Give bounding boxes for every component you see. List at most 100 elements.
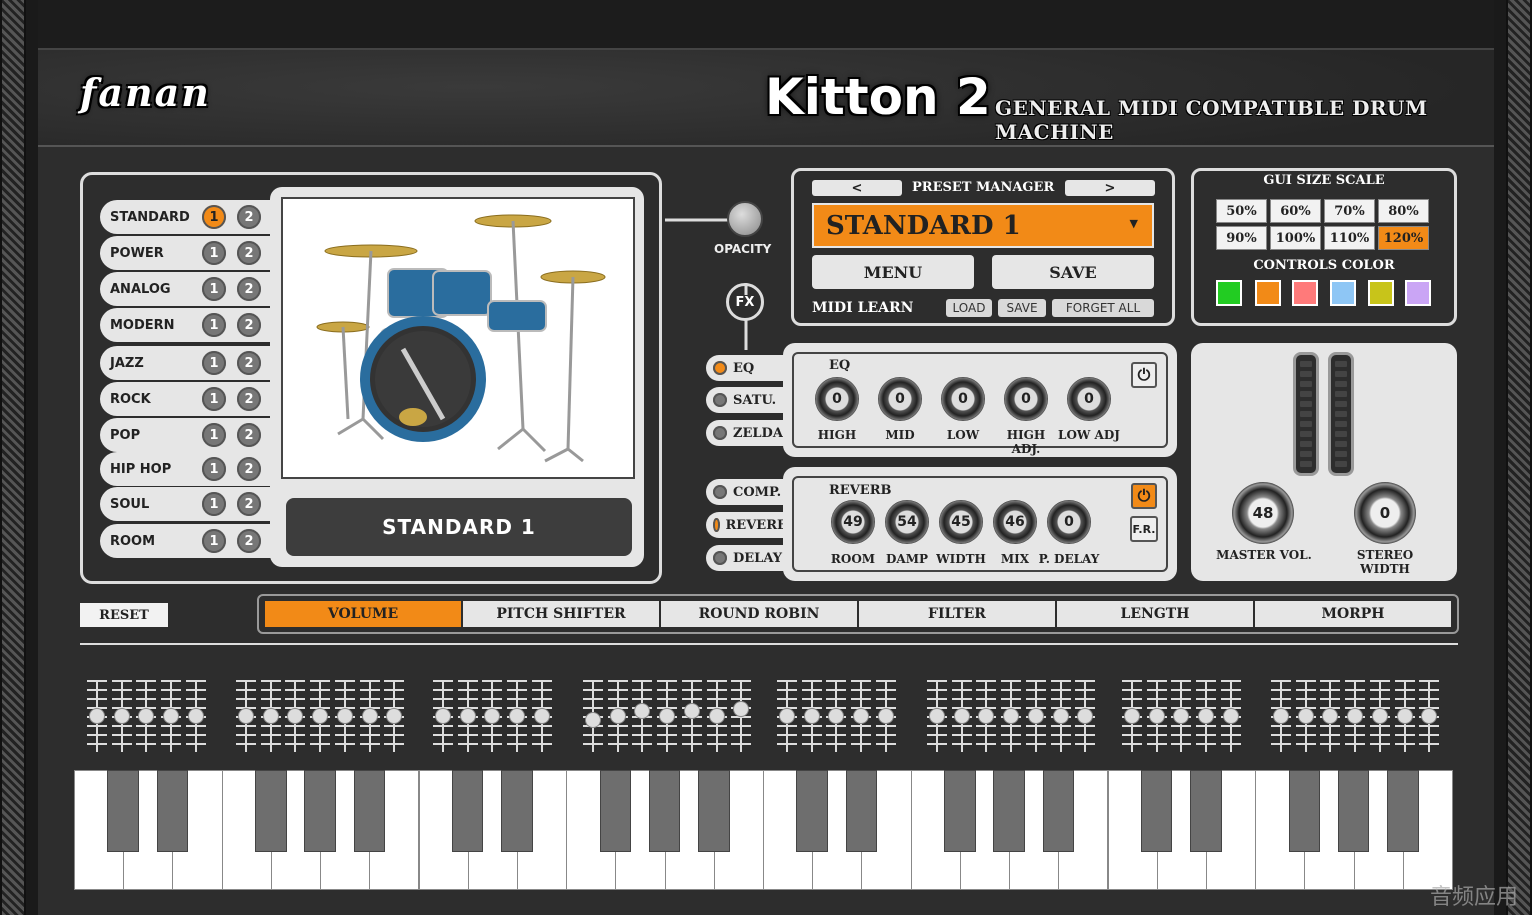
- slider-thumb[interactable]: [510, 709, 525, 723]
- controls-color-swatch[interactable]: [1292, 280, 1318, 306]
- volume-slider[interactable]: [1394, 680, 1415, 752]
- eq-power-icon[interactable]: ⏻: [1131, 362, 1157, 388]
- fx-tab-eq[interactable]: EQ: [706, 355, 788, 381]
- reverb-knob[interactable]: 45: [939, 500, 983, 544]
- preset-prev-button[interactable]: <: [812, 180, 902, 196]
- gui-scale-option[interactable]: 70%: [1324, 199, 1375, 223]
- slider-thumb[interactable]: [930, 709, 944, 723]
- slider-thumb[interactable]: [387, 709, 402, 723]
- slider-thumb[interactable]: [586, 713, 600, 727]
- slider-thumb[interactable]: [1053, 709, 1068, 723]
- slider-thumb[interactable]: [263, 709, 278, 723]
- slider-thumb[interactable]: [1149, 709, 1164, 723]
- volume-slider[interactable]: [875, 680, 896, 752]
- kit-variant-1-button[interactable]: 1: [202, 423, 226, 447]
- volume-slider[interactable]: [583, 680, 603, 752]
- slider-thumb[interactable]: [362, 709, 377, 723]
- midi-load-button[interactable]: LOAD: [946, 299, 992, 317]
- slider-thumb[interactable]: [878, 709, 893, 723]
- menu-button[interactable]: MENU: [812, 255, 974, 289]
- kit-variant-2-button[interactable]: 2: [237, 387, 261, 411]
- gui-scale-option[interactable]: 100%: [1270, 226, 1321, 250]
- black-key[interactable]: [255, 770, 287, 852]
- black-key[interactable]: [353, 770, 386, 852]
- controls-color-swatch[interactable]: [1405, 280, 1431, 306]
- black-key[interactable]: [599, 770, 632, 852]
- black-key[interactable]: [1042, 770, 1075, 852]
- volume-slider[interactable]: [731, 680, 752, 752]
- reverb-knob[interactable]: 46: [993, 500, 1037, 544]
- black-key[interactable]: [501, 770, 533, 852]
- volume-slider[interactable]: [1271, 680, 1291, 752]
- slider-thumb[interactable]: [1323, 709, 1338, 723]
- black-key[interactable]: [156, 770, 189, 852]
- gui-scale-option[interactable]: 50%: [1216, 199, 1267, 223]
- eq-knob[interactable]: 0: [1067, 377, 1111, 421]
- volume-slider[interactable]: [1320, 680, 1341, 752]
- volume-slider[interactable]: [1001, 680, 1022, 752]
- volume-slider[interactable]: [1196, 680, 1217, 752]
- slider-thumb[interactable]: [829, 709, 844, 723]
- black-key[interactable]: [1140, 770, 1173, 852]
- controls-color-swatch[interactable]: [1368, 280, 1394, 306]
- slider-thumb[interactable]: [780, 709, 794, 723]
- slider-thumb[interactable]: [1397, 709, 1412, 723]
- tab-morph[interactable]: MORPH: [1255, 601, 1451, 627]
- gui-scale-option[interactable]: 90%: [1216, 226, 1267, 250]
- kit-variant-2-button[interactable]: 2: [237, 423, 261, 447]
- slider-thumb[interactable]: [635, 704, 650, 718]
- volume-slider[interactable]: [777, 680, 797, 752]
- kit-variant-2-button[interactable]: 2: [237, 457, 261, 481]
- gui-scale-option[interactable]: 110%: [1324, 226, 1375, 250]
- kit-variant-1-button[interactable]: 1: [202, 529, 226, 553]
- slider-thumb[interactable]: [804, 709, 819, 723]
- slider-thumb[interactable]: [979, 709, 994, 723]
- fx-tab-reverb[interactable]: REVERB: [706, 512, 788, 538]
- black-key[interactable]: [1387, 770, 1419, 852]
- slider-thumb[interactable]: [1078, 709, 1093, 723]
- volume-slider[interactable]: [801, 680, 822, 752]
- eq-knob[interactable]: 0: [941, 377, 985, 421]
- reverb-power-icon[interactable]: ⏻: [1131, 483, 1157, 509]
- volume-slider[interactable]: [111, 680, 132, 752]
- kit-variant-2-button[interactable]: 2: [237, 529, 261, 553]
- black-key[interactable]: [1190, 770, 1222, 852]
- master-volume-knob[interactable]: 48: [1232, 482, 1294, 544]
- volume-slider[interactable]: [1050, 680, 1071, 752]
- tab-volume[interactable]: VOLUME: [265, 601, 461, 627]
- slider-thumb[interactable]: [139, 709, 154, 723]
- reverb-knob[interactable]: 0: [1047, 500, 1091, 544]
- volume-slider[interactable]: [1220, 680, 1241, 752]
- black-key[interactable]: [698, 770, 730, 852]
- slider-thumb[interactable]: [188, 709, 203, 723]
- piano-keyboard[interactable]: [74, 770, 1453, 890]
- eq-knob[interactable]: 0: [1004, 377, 1048, 421]
- gui-scale-option[interactable]: 60%: [1270, 199, 1321, 223]
- preset-next-button[interactable]: >: [1065, 180, 1155, 196]
- black-key[interactable]: [451, 770, 484, 852]
- slider-thumb[interactable]: [485, 709, 500, 723]
- volume-slider[interactable]: [951, 680, 972, 752]
- black-key[interactable]: [1288, 770, 1321, 852]
- volume-slider[interactable]: [607, 680, 628, 752]
- volume-slider[interactable]: [706, 680, 727, 752]
- slider-thumb[interactable]: [734, 702, 749, 716]
- slider-thumb[interactable]: [1174, 709, 1189, 723]
- tab-pitch-shifter[interactable]: PITCH SHIFTER: [463, 601, 659, 627]
- volume-slider[interactable]: [1345, 680, 1366, 752]
- volume-slider[interactable]: [236, 680, 256, 752]
- slider-thumb[interactable]: [709, 709, 724, 723]
- midi-save-button[interactable]: SAVE: [998, 299, 1046, 317]
- kit-variant-2-button[interactable]: 2: [237, 351, 261, 375]
- slider-thumb[interactable]: [288, 709, 303, 723]
- volume-slider[interactable]: [1369, 680, 1390, 752]
- kit-variant-1-button[interactable]: 1: [202, 241, 226, 265]
- volume-slider[interactable]: [1295, 680, 1316, 752]
- volume-slider[interactable]: [927, 680, 947, 752]
- controls-color-swatch[interactable]: [1216, 280, 1242, 306]
- volume-slider[interactable]: [681, 680, 702, 752]
- fx-tab-delay[interactable]: DELAY: [706, 545, 788, 571]
- gui-scale-option[interactable]: 120%: [1378, 226, 1429, 250]
- gui-scale-option[interactable]: 80%: [1378, 199, 1429, 223]
- slider-thumb[interactable]: [854, 709, 869, 723]
